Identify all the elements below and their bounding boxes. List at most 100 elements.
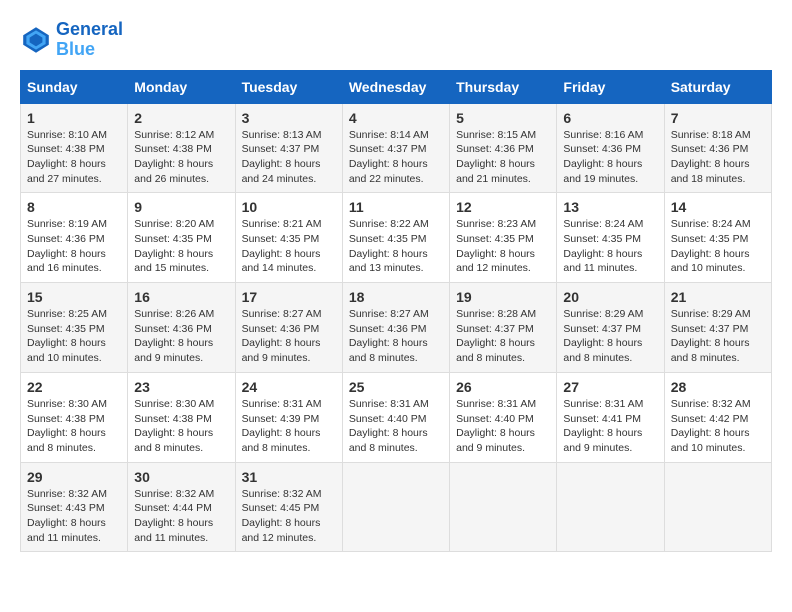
calendar-cell: 6Sunrise: 8:16 AM Sunset: 4:36 PM Daylig… <box>557 103 664 193</box>
calendar-cell: 30 Sunrise: 8:32 AM Sunset: 4:44 PM Dayli… <box>128 462 235 552</box>
calendar-header-row: SundayMondayTuesdayWednesdayThursdayFrid… <box>21 70 772 103</box>
cell-info: Sunrise: 8:31 AM Sunset: 4:39 PM Dayligh… <box>242 397 336 456</box>
day-number: 21 <box>671 289 765 305</box>
cell-info: Sunrise: 8:27 AM Sunset: 4:36 PM Dayligh… <box>242 307 336 366</box>
day-number: 16 <box>134 289 228 305</box>
calendar-cell: 4 Sunrise: 8:14 AM Sunset: 4:37 PM Daylig… <box>342 103 449 193</box>
calendar-week-row: 1 Sunrise: 8:10 AM Sunset: 4:38 PM Daylig… <box>21 103 772 193</box>
day-number: 25 <box>349 379 443 395</box>
day-number: 18 <box>349 289 443 305</box>
day-number: 10 <box>242 199 336 215</box>
day-number: 8 <box>27 199 121 215</box>
calendar-cell <box>557 462 664 552</box>
cell-info: Sunrise: 8:23 AM Sunset: 4:35 PM Dayligh… <box>456 217 550 276</box>
calendar-cell: 11 Sunrise: 8:22 AM Sunset: 4:35 PM Dayli… <box>342 193 449 283</box>
day-number: 20 <box>563 289 657 305</box>
day-number: 14 <box>671 199 765 215</box>
cell-info: Sunrise: 8:24 AM Sunset: 4:35 PM Dayligh… <box>671 217 765 276</box>
calendar-cell: 21Sunrise: 8:29 AM Sunset: 4:37 PM Dayli… <box>664 283 771 373</box>
calendar-cell: 16 Sunrise: 8:26 AM Sunset: 4:36 PM Dayli… <box>128 283 235 373</box>
calendar-cell: 5 Sunrise: 8:15 AM Sunset: 4:36 PM Daylig… <box>450 103 557 193</box>
calendar-cell: 17 Sunrise: 8:27 AM Sunset: 4:36 PM Dayli… <box>235 283 342 373</box>
cell-info: Sunrise: 8:26 AM Sunset: 4:36 PM Dayligh… <box>134 307 228 366</box>
cell-info: Sunrise: 8:29 AM Sunset: 4:37 PM Dayligh… <box>563 307 657 366</box>
logo: General Blue <box>20 20 123 60</box>
cell-info: Sunrise: 8:16 AM Sunset: 4:36 PM Dayligh… <box>563 128 657 187</box>
cell-info: Sunrise: 8:31 AM Sunset: 4:40 PM Dayligh… <box>349 397 443 456</box>
calendar-week-row: 15Sunrise: 8:25 AM Sunset: 4:35 PM Dayli… <box>21 283 772 373</box>
cell-info: Sunrise: 8:21 AM Sunset: 4:35 PM Dayligh… <box>242 217 336 276</box>
calendar-cell: 29 Sunrise: 8:32 AM Sunset: 4:43 PM Dayli… <box>21 462 128 552</box>
calendar-cell: 1 Sunrise: 8:10 AM Sunset: 4:38 PM Daylig… <box>21 103 128 193</box>
day-number: 4 <box>349 110 443 126</box>
cell-info: Sunrise: 8:32 AM Sunset: 4:44 PM Dayligh… <box>134 487 228 546</box>
calendar-cell: 22 Sunrise: 8:30 AM Sunset: 4:38 PM Dayli… <box>21 372 128 462</box>
calendar-cell: 2 Sunrise: 8:12 AM Sunset: 4:38 PM Daylig… <box>128 103 235 193</box>
cell-info: Sunrise: 8:30 AM Sunset: 4:38 PM Dayligh… <box>134 397 228 456</box>
day-number: 13 <box>563 199 657 215</box>
col-header-tuesday: Tuesday <box>235 70 342 103</box>
day-number: 11 <box>349 199 443 215</box>
calendar-cell <box>450 462 557 552</box>
day-number: 12 <box>456 199 550 215</box>
day-number: 26 <box>456 379 550 395</box>
calendar-cell: 7Sunrise: 8:18 AM Sunset: 4:36 PM Daylig… <box>664 103 771 193</box>
logo-icon <box>20 24 52 56</box>
calendar-cell: 20 Sunrise: 8:29 AM Sunset: 4:37 PM Dayli… <box>557 283 664 373</box>
col-header-thursday: Thursday <box>450 70 557 103</box>
col-header-sunday: Sunday <box>21 70 128 103</box>
cell-info: Sunrise: 8:24 AM Sunset: 4:35 PM Dayligh… <box>563 217 657 276</box>
calendar-cell <box>664 462 771 552</box>
day-number: 19 <box>456 289 550 305</box>
calendar-cell: 18 Sunrise: 8:27 AM Sunset: 4:36 PM Dayli… <box>342 283 449 373</box>
calendar-cell: 28 Sunrise: 8:32 AM Sunset: 4:42 PM Dayli… <box>664 372 771 462</box>
cell-info: Sunrise: 8:28 AM Sunset: 4:37 PM Dayligh… <box>456 307 550 366</box>
cell-info: Sunrise: 8:18 AM Sunset: 4:36 PM Dayligh… <box>671 128 765 187</box>
day-number: 28 <box>671 379 765 395</box>
calendar-cell: 8 Sunrise: 8:19 AM Sunset: 4:36 PM Daylig… <box>21 193 128 283</box>
cell-info: Sunrise: 8:32 AM Sunset: 4:42 PM Dayligh… <box>671 397 765 456</box>
calendar-cell: 10 Sunrise: 8:21 AM Sunset: 4:35 PM Dayli… <box>235 193 342 283</box>
col-header-monday: Monday <box>128 70 235 103</box>
calendar-cell: 9Sunrise: 8:20 AM Sunset: 4:35 PM Daylig… <box>128 193 235 283</box>
day-number: 17 <box>242 289 336 305</box>
calendar-cell: 15Sunrise: 8:25 AM Sunset: 4:35 PM Dayli… <box>21 283 128 373</box>
cell-info: Sunrise: 8:32 AM Sunset: 4:43 PM Dayligh… <box>27 487 121 546</box>
cell-info: Sunrise: 8:14 AM Sunset: 4:37 PM Dayligh… <box>349 128 443 187</box>
calendar-cell: 23Sunrise: 8:30 AM Sunset: 4:38 PM Dayli… <box>128 372 235 462</box>
cell-info: Sunrise: 8:20 AM Sunset: 4:35 PM Dayligh… <box>134 217 228 276</box>
col-header-wednesday: Wednesday <box>342 70 449 103</box>
cell-info: Sunrise: 8:19 AM Sunset: 4:36 PM Dayligh… <box>27 217 121 276</box>
calendar-cell: 24Sunrise: 8:31 AM Sunset: 4:39 PM Dayli… <box>235 372 342 462</box>
cell-info: Sunrise: 8:12 AM Sunset: 4:38 PM Dayligh… <box>134 128 228 187</box>
day-number: 1 <box>27 110 121 126</box>
day-number: 15 <box>27 289 121 305</box>
cell-info: Sunrise: 8:22 AM Sunset: 4:35 PM Dayligh… <box>349 217 443 276</box>
calendar-cell: 25 Sunrise: 8:31 AM Sunset: 4:40 PM Dayli… <box>342 372 449 462</box>
calendar-cell: 14 Sunrise: 8:24 AM Sunset: 4:35 PM Dayli… <box>664 193 771 283</box>
cell-info: Sunrise: 8:32 AM Sunset: 4:45 PM Dayligh… <box>242 487 336 546</box>
col-header-friday: Friday <box>557 70 664 103</box>
day-number: 5 <box>456 110 550 126</box>
calendar-cell: 3 Sunrise: 8:13 AM Sunset: 4:37 PM Daylig… <box>235 103 342 193</box>
calendar-cell: 19 Sunrise: 8:28 AM Sunset: 4:37 PM Dayli… <box>450 283 557 373</box>
cell-info: Sunrise: 8:15 AM Sunset: 4:36 PM Dayligh… <box>456 128 550 187</box>
calendar-week-row: 8 Sunrise: 8:19 AM Sunset: 4:36 PM Daylig… <box>21 193 772 283</box>
calendar-cell: 27Sunrise: 8:31 AM Sunset: 4:41 PM Dayli… <box>557 372 664 462</box>
cell-info: Sunrise: 8:30 AM Sunset: 4:38 PM Dayligh… <box>27 397 121 456</box>
day-number: 29 <box>27 469 121 485</box>
day-number: 31 <box>242 469 336 485</box>
cell-info: Sunrise: 8:10 AM Sunset: 4:38 PM Dayligh… <box>27 128 121 187</box>
calendar-cell: 13 Sunrise: 8:24 AM Sunset: 4:35 PM Dayli… <box>557 193 664 283</box>
day-number: 30 <box>134 469 228 485</box>
cell-info: Sunrise: 8:27 AM Sunset: 4:36 PM Dayligh… <box>349 307 443 366</box>
day-number: 2 <box>134 110 228 126</box>
cell-info: Sunrise: 8:13 AM Sunset: 4:37 PM Dayligh… <box>242 128 336 187</box>
calendar-week-row: 29 Sunrise: 8:32 AM Sunset: 4:43 PM Dayli… <box>21 462 772 552</box>
calendar-cell: 12 Sunrise: 8:23 AM Sunset: 4:35 PM Dayli… <box>450 193 557 283</box>
day-number: 3 <box>242 110 336 126</box>
calendar-cell: 31 Sunrise: 8:32 AM Sunset: 4:45 PM Dayli… <box>235 462 342 552</box>
page-header: General Blue <box>20 20 772 60</box>
day-number: 22 <box>27 379 121 395</box>
logo-text: General Blue <box>56 20 123 60</box>
